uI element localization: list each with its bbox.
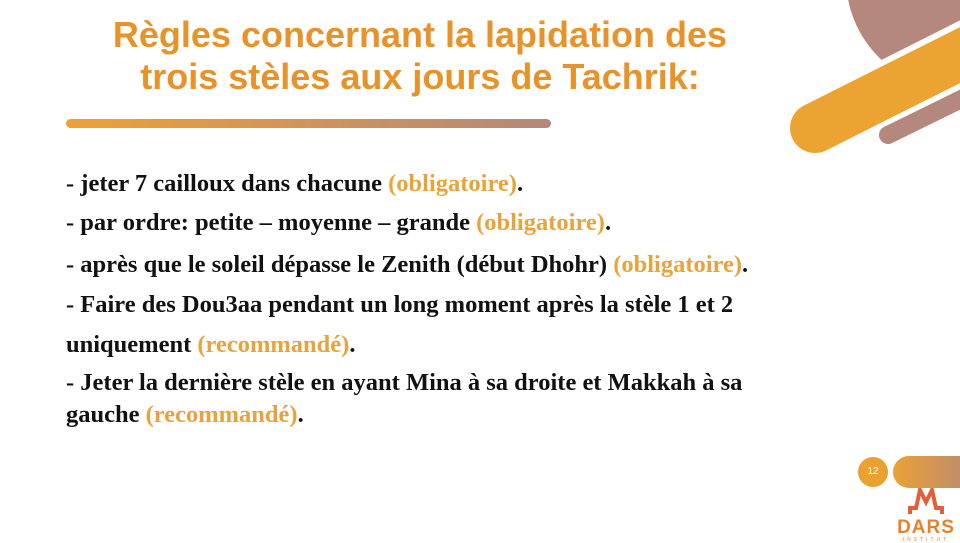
bullet-text: - Jeter la dernière stèle en ayant Mina … [66, 369, 743, 396]
bullet-end: . [742, 251, 749, 278]
bullet-end: . [604, 209, 612, 236]
bullet-tag: (obligatoire) [613, 251, 743, 278]
bullet-tag: (recommandé) [145, 401, 298, 428]
bullet-4: - Faire des Dou3aa pendant un long momen… [66, 291, 733, 319]
dars-logo: DARS INSTITUT [896, 484, 956, 543]
bullet-text: gauche [66, 401, 146, 428]
bullet-text: - jeter 7 cailloux dans chacune [66, 170, 389, 197]
title-line-1: Règles concernant la lapidation des [112, 14, 728, 55]
bullet-text: - Faire des Dou3aa pendant un long momen… [66, 291, 734, 318]
bullet-4-cont: uniquement (recommandé). [66, 331, 355, 359]
slide-title: Règles concernant la lapidation des troi… [40, 14, 800, 98]
bullet-tag: (obligatoire) [388, 170, 517, 197]
bullet-end: . [349, 331, 356, 358]
bullet-text: - après que le soleil dépasse le Zenith … [66, 251, 614, 278]
logo-mark-icon [908, 484, 944, 514]
bullet-2: - par ordre: petite – moyenne – grande (… [66, 209, 611, 237]
bullet-end: . [516, 170, 524, 197]
logo-text: DARS [897, 517, 955, 538]
page-number: 12 [858, 457, 888, 487]
bullet-end: . [297, 401, 304, 428]
bullet-1: - jeter 7 cailloux dans chacune (obligat… [66, 170, 523, 198]
bullet-tag: (obligatoire) [476, 209, 605, 236]
bullet-text: uniquement [66, 331, 198, 358]
bullet-5: - Jeter la dernière stèle en ayant Mina … [66, 369, 742, 397]
bullet-3: - après que le soleil dépasse le Zenith … [66, 251, 748, 279]
footer-pill-decoration [893, 456, 960, 488]
title-underline [66, 119, 551, 128]
bullet-5-cont: gauche (recommandé). [66, 401, 304, 429]
title-line-2: trois stèles aux jours de Tachrik: [140, 56, 700, 97]
logo-subtitle: INSTITUT [902, 537, 950, 543]
bullet-tag: (recommandé) [197, 331, 350, 358]
bullet-text: - par ordre: petite – moyenne – grande [66, 209, 477, 236]
